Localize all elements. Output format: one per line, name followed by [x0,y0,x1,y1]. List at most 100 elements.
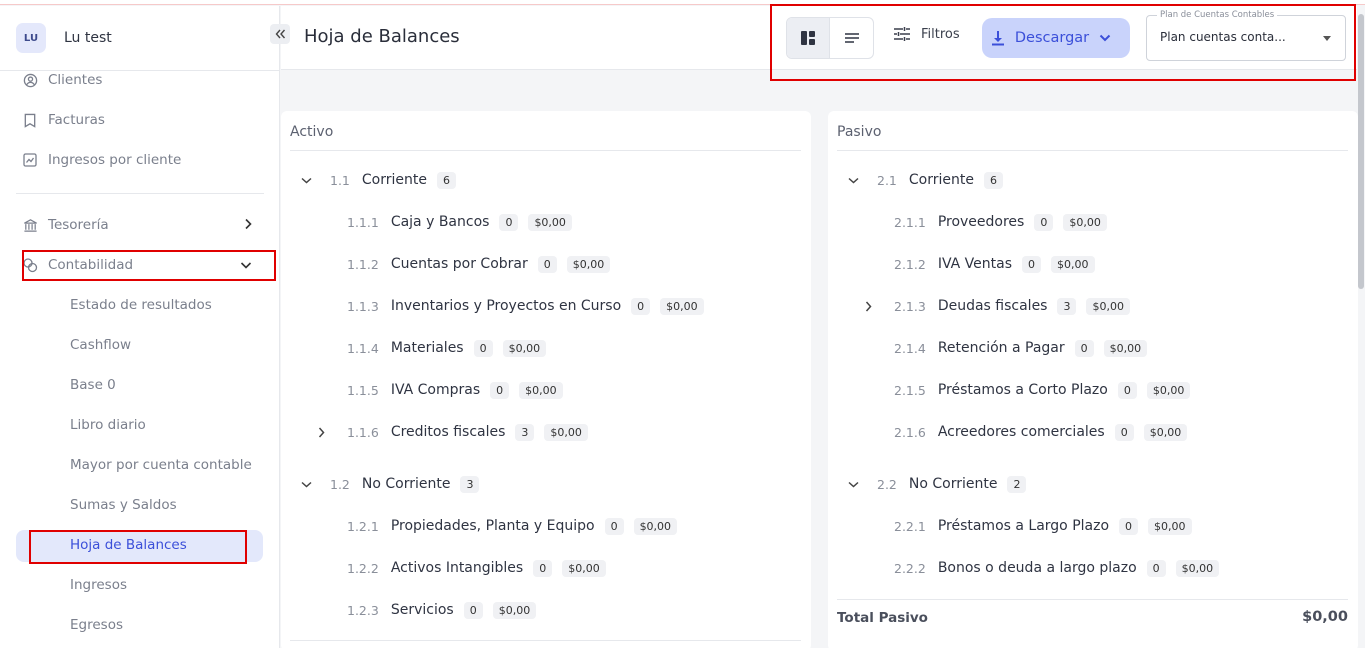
account-row[interactable]: 1.2.3 Servicios 0 $0,00 [347,598,537,622]
account-name: Retención a Pagar [937,340,1065,356]
account-row[interactable]: 1.1.5 IVA Compras 0 $0,00 [347,378,563,402]
sidebar-item-tesoreria[interactable]: Tesorería [22,210,258,240]
account-row[interactable]: 1.2.1 Propiedades, Planta y Equipo 0 $0,00 [347,514,678,538]
account-row[interactable]: 2.1.6 Acreedores comerciales 0 $0,00 [894,420,1188,444]
expand-toggle[interactable] [318,427,347,438]
expand-toggle[interactable] [301,177,330,184]
account-code: 2.1.4 [894,340,926,356]
account-group-row[interactable]: 1.2 No Corriente 3 [301,472,480,496]
account-name: Creditos fiscales [390,424,506,440]
pasivo-title: Pasivo [837,124,882,140]
sidebar-subitem-mayor-por-cuenta[interactable]: Mayor por cuenta contable [70,451,252,479]
collapse-sidebar-button[interactable] [270,24,290,44]
count-badge: 0 [490,381,510,399]
account-code: 2.1.1 [894,214,926,230]
count-badge: 0 [537,255,557,273]
account-code: 1.2.1 [347,518,379,534]
avatar: LU [16,23,46,53]
plan-cuentas-select[interactable]: Plan de Cuentas Contables Plan cuentas c… [1146,10,1346,61]
sidebar-subitem-cashflow[interactable]: Cashflow [70,331,131,359]
account-group-row[interactable]: 1.1 Corriente 6 [301,168,456,192]
total-pasivo-label: Total Pasivo [837,610,928,626]
account-name: Activos Intangibles [390,560,524,576]
amount-badge: $0,00 [660,297,704,315]
account-row[interactable]: 2.1.4 Retención a Pagar 0 $0,00 [894,336,1148,360]
expand-toggle[interactable] [865,301,894,312]
panel-divider [837,599,1348,600]
account-group-row[interactable]: 2.1 Corriente 6 [848,168,1003,192]
panel-divider [837,150,1348,151]
amount-badge: $0,00 [1086,297,1130,315]
count-badge: 0 [1146,559,1166,577]
sidebar: LU Lu test Clientes Facturas Ingresos po… [0,6,280,648]
account-name: Préstamos a Corto Plazo [937,382,1108,398]
count-badge: 0 [499,213,519,231]
sidebar-item-contabilidad[interactable]: Contabilidad [22,250,258,280]
account-row[interactable]: 1.1.2 Cuentas por Cobrar 0 $0,00 [347,252,611,276]
account-name: Deudas fiscales [937,298,1048,314]
account-code: 2.2 [877,476,897,492]
sidebar-item-ingresos-por-cliente[interactable]: Ingresos por cliente [22,145,181,175]
chevron-down-icon [1099,34,1111,42]
download-label: Descargar [1014,30,1090,46]
account-row[interactable]: 1.1.6 Creditos fiscales 3 $0,00 [318,420,588,444]
sidebar-subitem-egresos[interactable]: Egresos [70,611,123,639]
account-row[interactable]: 2.1.3 Deudas fiscales 3 $0,00 [865,294,1130,318]
account-code: 2.1 [877,172,897,188]
chevron-down-icon [301,481,312,488]
sidebar-subitem-ingresos[interactable]: Ingresos [70,571,127,599]
amount-badge: $0,00 [544,423,588,441]
account-code: 1.1.4 [347,340,379,356]
sliders-icon [894,27,910,41]
sidebar-item-label: Tesorería [48,217,109,233]
download-button[interactable]: Descargar [982,18,1130,58]
sidebar-subitem-estado-de-resultados[interactable]: Estado de resultados [70,291,212,319]
account-group-row[interactable]: 2.2 No Corriente 2 [848,472,1027,496]
account-code: 1.2 [330,476,350,492]
account-name: Inventarios y Proyectos en Curso [390,298,622,314]
chart-icon [22,152,38,168]
activo-panel: Activo 1.1 Corriente 6 1.1.1 Caja y Bancos 0 $… [281,111,811,648]
account-row[interactable]: 1.1.1 Caja y Bancos 0 $0,00 [347,210,572,234]
sidebar-item-label: Contabilidad [48,257,134,273]
activo-title: Activo [290,124,334,140]
account-row[interactable]: 1.2.2 Activos Intangibles 0 $0,00 [347,556,606,580]
sidebar-item-label: Facturas [48,112,105,128]
account-row[interactable]: 2.2.1 Préstamos a Largo Plazo 0 $0,00 [894,514,1192,538]
account-code: 2.1.5 [894,382,926,398]
account-row[interactable]: 2.1.1 Proveedores 0 $0,00 [894,210,1107,234]
expand-toggle[interactable] [848,481,877,488]
expand-toggle[interactable] [301,481,330,488]
user-profile[interactable]: LU Lu test [16,22,112,54]
sidebar-subitem-hoja-de-balances[interactable]: Hoja de Balances [70,531,187,559]
grid-view-button[interactable] [787,18,831,58]
total-pasivo-value: $0,00 [1302,609,1348,625]
account-code: 1.1.2 [347,256,379,272]
chevron-right-icon [318,427,325,437]
sidebar-subitem-base-0[interactable]: Base 0 [70,371,116,399]
account-row[interactable]: 1.1.3 Inventarios y Proyectos en Curso 0 $0… [347,294,704,318]
sidebar-item-facturas[interactable]: Facturas [22,105,105,135]
account-row[interactable]: 2.2.2 Bonos o deuda a largo plazo 0 $0,00 [894,556,1220,580]
amount-badge: $0,00 [1051,255,1095,273]
double-chevron-left-icon [275,29,285,39]
pasivo-panel: Pasivo 2.1 Corriente 6 2.1.1 Proveedores 0 $0,… [828,111,1358,648]
scrollbar-thumb[interactable] [1358,14,1364,289]
list-view-button[interactable] [830,18,873,58]
account-row[interactable]: 2.1.5 Préstamos a Corto Plazo 0 $0,00 [894,378,1191,402]
view-toggle [786,17,874,59]
account-row[interactable]: 2.1.2 IVA Ventas 0 $0,00 [894,252,1095,276]
sidebar-subitem-sumas-y-saldos[interactable]: Sumas y Saldos [70,491,177,519]
account-name: No Corriente [908,476,998,492]
sidebar-subitem-libro-diario[interactable]: Libro diario [70,411,146,439]
filters-button[interactable]: Filtros [893,26,960,42]
sidebar-item-clientes[interactable]: Clientes [22,65,102,95]
count-badge: 0 [1117,381,1137,399]
account-row[interactable]: 1.1.4 Materiales 0 $0,00 [347,336,547,360]
amount-badge: $0,00 [1103,339,1148,357]
page-scrollbar[interactable] [1357,6,1365,648]
account-code: 1.1 [330,172,350,188]
expand-toggle[interactable] [848,177,877,184]
count-badge: 6 [983,171,1003,189]
account-code: 2.1.3 [894,298,926,314]
